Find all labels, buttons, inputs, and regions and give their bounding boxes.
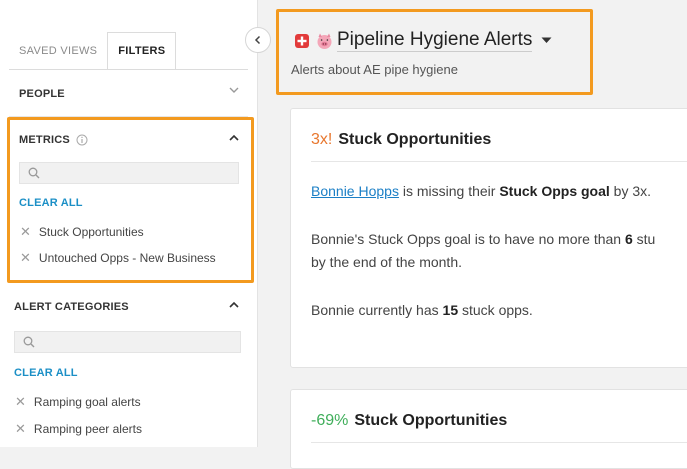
chevron-up-icon[interactable] — [228, 299, 240, 314]
text-span: by 3x. — [609, 183, 652, 199]
chevron-down-icon[interactable] — [228, 84, 240, 99]
category-filter-item: ✕ Ramping goal alerts — [15, 394, 141, 410]
goal-name: Stuck Opps goal — [499, 183, 610, 199]
view-title: Pipeline Hygiene Alerts — [337, 29, 533, 52]
metrics-highlight-box — [7, 117, 254, 283]
change-badge: 3x! — [311, 131, 333, 148]
alert-categories-search-input[interactable] — [41, 335, 240, 349]
text-span: is missing their — [398, 183, 500, 199]
people-section-header[interactable]: PEOPLE — [19, 88, 65, 100]
text-span: by the end of the month. — [311, 254, 462, 270]
title-highlight-box — [276, 9, 593, 95]
current-number: 15 — [442, 302, 459, 318]
goal-number: 6 — [624, 231, 633, 247]
search-icon — [23, 336, 35, 348]
filter-sidebar: SAVED VIEWS FILTERS PEOPLE METRICS CLEAR… — [0, 0, 258, 447]
tab-filters[interactable]: FILTERS — [107, 32, 177, 70]
text-span: Bonnie currently has — [311, 302, 443, 318]
alert-categories-section-header[interactable]: ALERT CATEGORIES — [14, 301, 129, 313]
tabs-divider — [9, 69, 248, 70]
pig-icon — [315, 32, 334, 50]
alert-categories-label: ALERT CATEGORIES — [14, 301, 129, 313]
rep-link[interactable]: Bonnie Hopps — [311, 183, 399, 199]
alert-card-title: 3x! Stuck Opportunities — [311, 131, 491, 149]
goal-description-line: by the end of the month. — [311, 251, 462, 274]
category-filter-label: Ramping peer alerts — [33, 422, 142, 436]
category-filter-label: Ramping goal alerts — [33, 395, 141, 409]
alert-summary-line: Bonnie Hopps is missing their Stuck Opps… — [311, 180, 651, 203]
caret-down-icon — [541, 37, 552, 44]
view-subtitle: Alerts about AE pipe hygiene — [291, 62, 458, 77]
alert-categories-search-box[interactable] — [14, 331, 241, 353]
alert-card: -69% Stuck Opportunities — [290, 389, 687, 469]
alert-card: 3x! Stuck Opportunities Bonnie Hopps is m… — [290, 108, 687, 368]
alert-categories-clear-all-link[interactable]: CLEAR ALL — [14, 367, 78, 379]
sidebar-tabs: SAVED VIEWS FILTERS — [9, 32, 177, 70]
text-span: stuck opps. — [458, 302, 533, 318]
tab-saved-views[interactable]: SAVED VIEWS — [9, 32, 107, 70]
category-filter-item: ✕ Ramping peer alerts — [15, 421, 142, 437]
metric-name: Stuck Opportunities — [354, 412, 508, 429]
siren-icon — [293, 32, 311, 50]
current-status-line: Bonnie currently has 15 stuck opps. — [311, 299, 533, 322]
chevron-left-icon — [253, 35, 263, 45]
alert-card-title: -69% Stuck Opportunities — [311, 412, 507, 430]
card-divider — [311, 161, 687, 162]
text-span: stu — [632, 231, 656, 247]
goal-description-line: Bonnie's Stuck Opps goal is to have no m… — [311, 228, 655, 251]
metric-name: Stuck Opportunities — [338, 131, 492, 148]
remove-icon[interactable]: ✕ — [15, 394, 26, 410]
people-label: PEOPLE — [19, 88, 65, 100]
view-title-dropdown[interactable]: Pipeline Hygiene Alerts — [293, 29, 552, 52]
collapse-sidebar-button[interactable] — [245, 27, 271, 53]
text-span: Bonnie's Stuck Opps goal is to have no m… — [311, 231, 625, 247]
remove-icon[interactable]: ✕ — [15, 421, 26, 437]
card-divider — [311, 442, 687, 443]
change-badge: -69% — [311, 412, 349, 429]
